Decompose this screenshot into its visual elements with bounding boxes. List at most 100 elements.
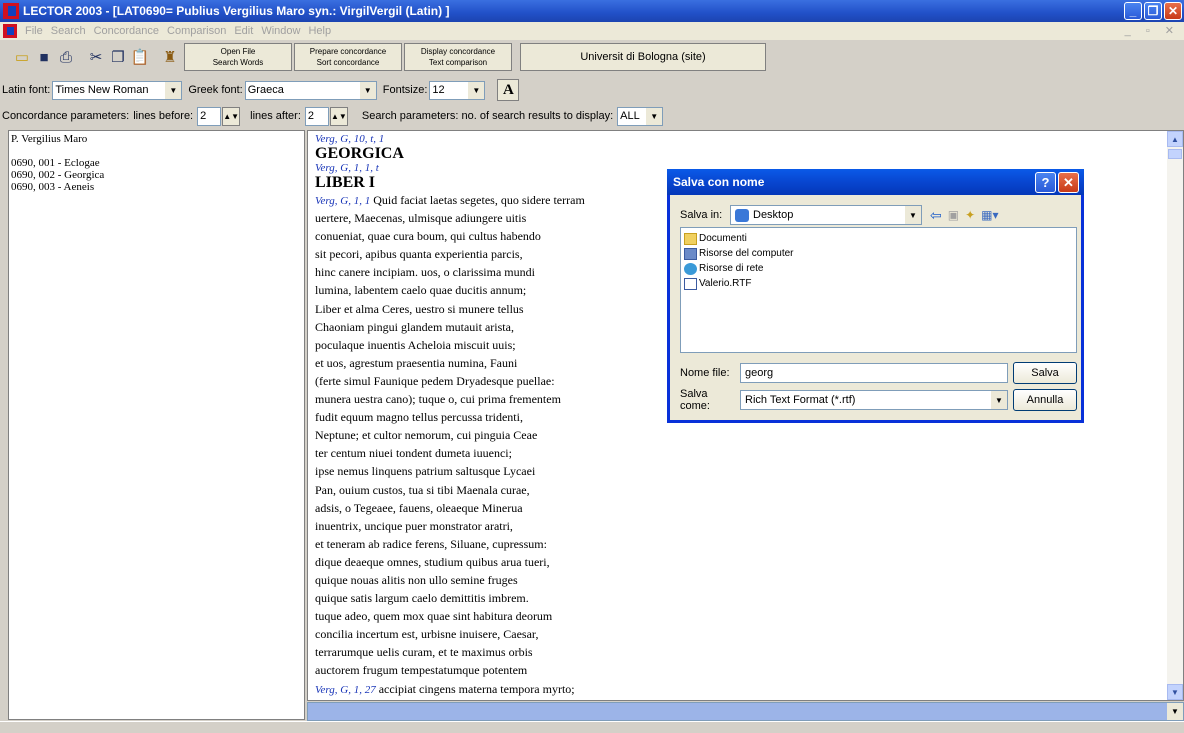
text-line: terrarumque uelis curam, et te maximus o… [315,645,533,660]
paste-icon[interactable]: 📋 [130,47,150,67]
dialog-close-button[interactable]: ✕ [1058,172,1079,193]
search-results-value: ALL [620,110,640,122]
open-file-label: Open File [220,47,256,56]
verse-text: accipiat cingens materna tempora myrto; [378,681,575,696]
vertical-scrollbar[interactable]: ▲ ▼ [1167,131,1183,700]
book-icon[interactable]: ♜ [160,47,180,67]
latin-font-select[interactable]: Times New Roman ▼ [52,80,183,100]
text-line: inuentrix, uncique puer monstrator aratr… [315,518,513,533]
open-file-button[interactable]: Open File Search Words [184,43,292,71]
status-bar [0,721,1184,733]
chevron-down-icon[interactable]: ▼ [991,391,1007,409]
app-icon [3,3,19,19]
desktop-icon [735,208,749,222]
work-item[interactable]: 0690, 002 - Georgica [11,169,304,181]
save-type-select[interactable]: Rich Text Format (*.rtf) ▼ [740,390,1008,410]
chevron-down-icon[interactable]: ▼ [1167,703,1183,720]
university-site-button[interactable]: Universit di Bologna (site) [520,43,766,71]
save-as-dialog: Salva con nome ? ✕ Salva in: Desktop ▼ ⇦… [667,169,1084,423]
minimize-button[interactable]: _ [1124,2,1142,20]
save-type-value: Rich Text Format (*.rtf) [745,394,856,406]
cancel-button[interactable]: Annulla [1013,389,1077,411]
filename-label: Nome file: [680,367,730,379]
chevron-down-icon[interactable]: ▼ [359,81,376,99]
lines-before-input[interactable]: 2 [197,106,222,126]
display-concordance-button[interactable]: Display concordance Text comparison [404,43,512,71]
dialog-title-bar: Salva con nome ? ✕ [667,169,1084,195]
mdi-window-buttons[interactable]: _ ▫ ✕ [1125,24,1180,37]
save-disk-icon[interactable]: ■ [34,47,54,67]
list-item[interactable]: Documenti [684,231,1073,246]
print-icon[interactable]: ⎙ [56,47,76,67]
search-words-label: Search Words [212,58,264,67]
list-item[interactable]: Valerio.RTF [684,276,1073,291]
lines-after-input[interactable]: 2 [304,106,329,126]
back-icon[interactable]: ⇦ [930,207,942,224]
search-params-label: Search parameters: no. of search results… [361,110,614,122]
fontsize-select[interactable]: 12 ▼ [429,80,486,100]
file-list[interactable]: Documenti Risorse del computer Risorse d… [680,227,1077,353]
list-item[interactable]: Risorse di rete [684,261,1073,276]
fontsize-value: 12 [432,84,445,96]
work-item[interactable]: 0690, 001 - Eclogae [11,157,304,169]
font-style-button[interactable]: A [497,79,520,101]
filename-value: georg [745,367,774,379]
scroll-down-icon[interactable]: ▼ [1167,684,1183,700]
bottom-combo-bar[interactable]: ▼ [307,702,1184,721]
prepare-concordance-button[interactable]: Prepare concordance Sort concordance [294,43,402,71]
filename-input[interactable]: georg [740,363,1008,383]
menu-edit[interactable]: Edit [230,25,257,37]
list-item[interactable]: Risorse del computer [684,246,1073,261]
scroll-up-icon[interactable]: ▲ [1167,131,1183,147]
latin-font-value: Times New Roman [55,84,149,96]
menu-comparison[interactable]: Comparison [163,25,230,37]
display-concordance-label: Display concordance [420,47,496,56]
search-results-select[interactable]: ALL ▼ [617,106,664,126]
help-button[interactable]: ? [1035,172,1056,193]
file-name: Valerio.RTF [699,278,752,289]
scroll-thumb[interactable] [1168,149,1182,159]
save-button[interactable]: Salva [1013,362,1077,384]
menu-concordance[interactable]: Concordance [90,25,163,37]
menu-search[interactable]: Search [47,25,90,37]
lines-before-value: 2 [200,110,207,122]
new-folder-icon[interactable]: ✦ [965,208,975,222]
text-line: ipse nemus linquens patrium saltusque Ly… [315,464,536,479]
prepare-concordance-label: Prepare concordance [309,47,387,56]
menu-help[interactable]: Help [304,25,335,37]
up-folder-icon[interactable]: ▣ [948,208,959,222]
lines-after-spinner[interactable]: ▲▼ [329,106,348,126]
close-button[interactable]: ✕ [1164,2,1182,20]
chevron-down-icon[interactable]: ▼ [165,81,182,99]
chevron-down-icon[interactable]: ▼ [905,206,921,224]
text-line: et teneram ab radice ferens, Siluane, cu… [315,536,547,551]
concordance-params-label: Concordance parameters: [2,110,130,122]
text-line: concilia incertum est, urbisne inuisere,… [315,627,539,642]
restore-button[interactable]: ❐ [1144,2,1162,20]
works-list-panel[interactable]: P. Vergilius Maro 0690, 001 - Eclogae 06… [8,130,305,720]
work-item[interactable]: 0690, 003 - Aeneis [11,181,304,193]
text-comparison-label: Text comparison [428,58,488,67]
document-icon [684,277,697,290]
copy-icon[interactable]: ❐ [108,47,128,67]
document-menu-icon[interactable] [3,24,17,38]
verse-reference: Verg, G, 1, 1 [315,195,371,207]
view-menu-icon[interactable]: ▦▾ [981,208,998,222]
sort-concordance-label: Sort concordance [316,58,380,67]
menu-window[interactable]: Window [257,25,304,37]
menu-file[interactable]: File [21,25,47,37]
cut-icon[interactable]: ✂ [86,47,106,67]
save-in-value: Desktop [753,209,794,221]
chevron-down-icon[interactable]: ▼ [468,81,485,99]
greek-font-select[interactable]: Graeca ▼ [244,80,377,100]
lines-before-spinner[interactable]: ▲▼ [222,106,241,126]
chevron-down-icon[interactable]: ▼ [646,107,663,125]
toolbar: ▭ ■ ⎙ ✂ ❐ 📋 ♜ Open File Search Words Pre… [0,40,1184,74]
lines-after-value: 2 [307,110,314,122]
open-folder-icon[interactable]: ▭ [12,47,32,67]
text-line: quique nouas alitis non ullo semine frug… [315,572,518,587]
computer-icon [684,247,697,260]
save-in-select[interactable]: Desktop ▼ [730,205,922,225]
text-line: Verg, G, 1, 27 accipiat cingens materna … [315,680,1183,698]
greek-font-value: Graeca [247,84,284,96]
